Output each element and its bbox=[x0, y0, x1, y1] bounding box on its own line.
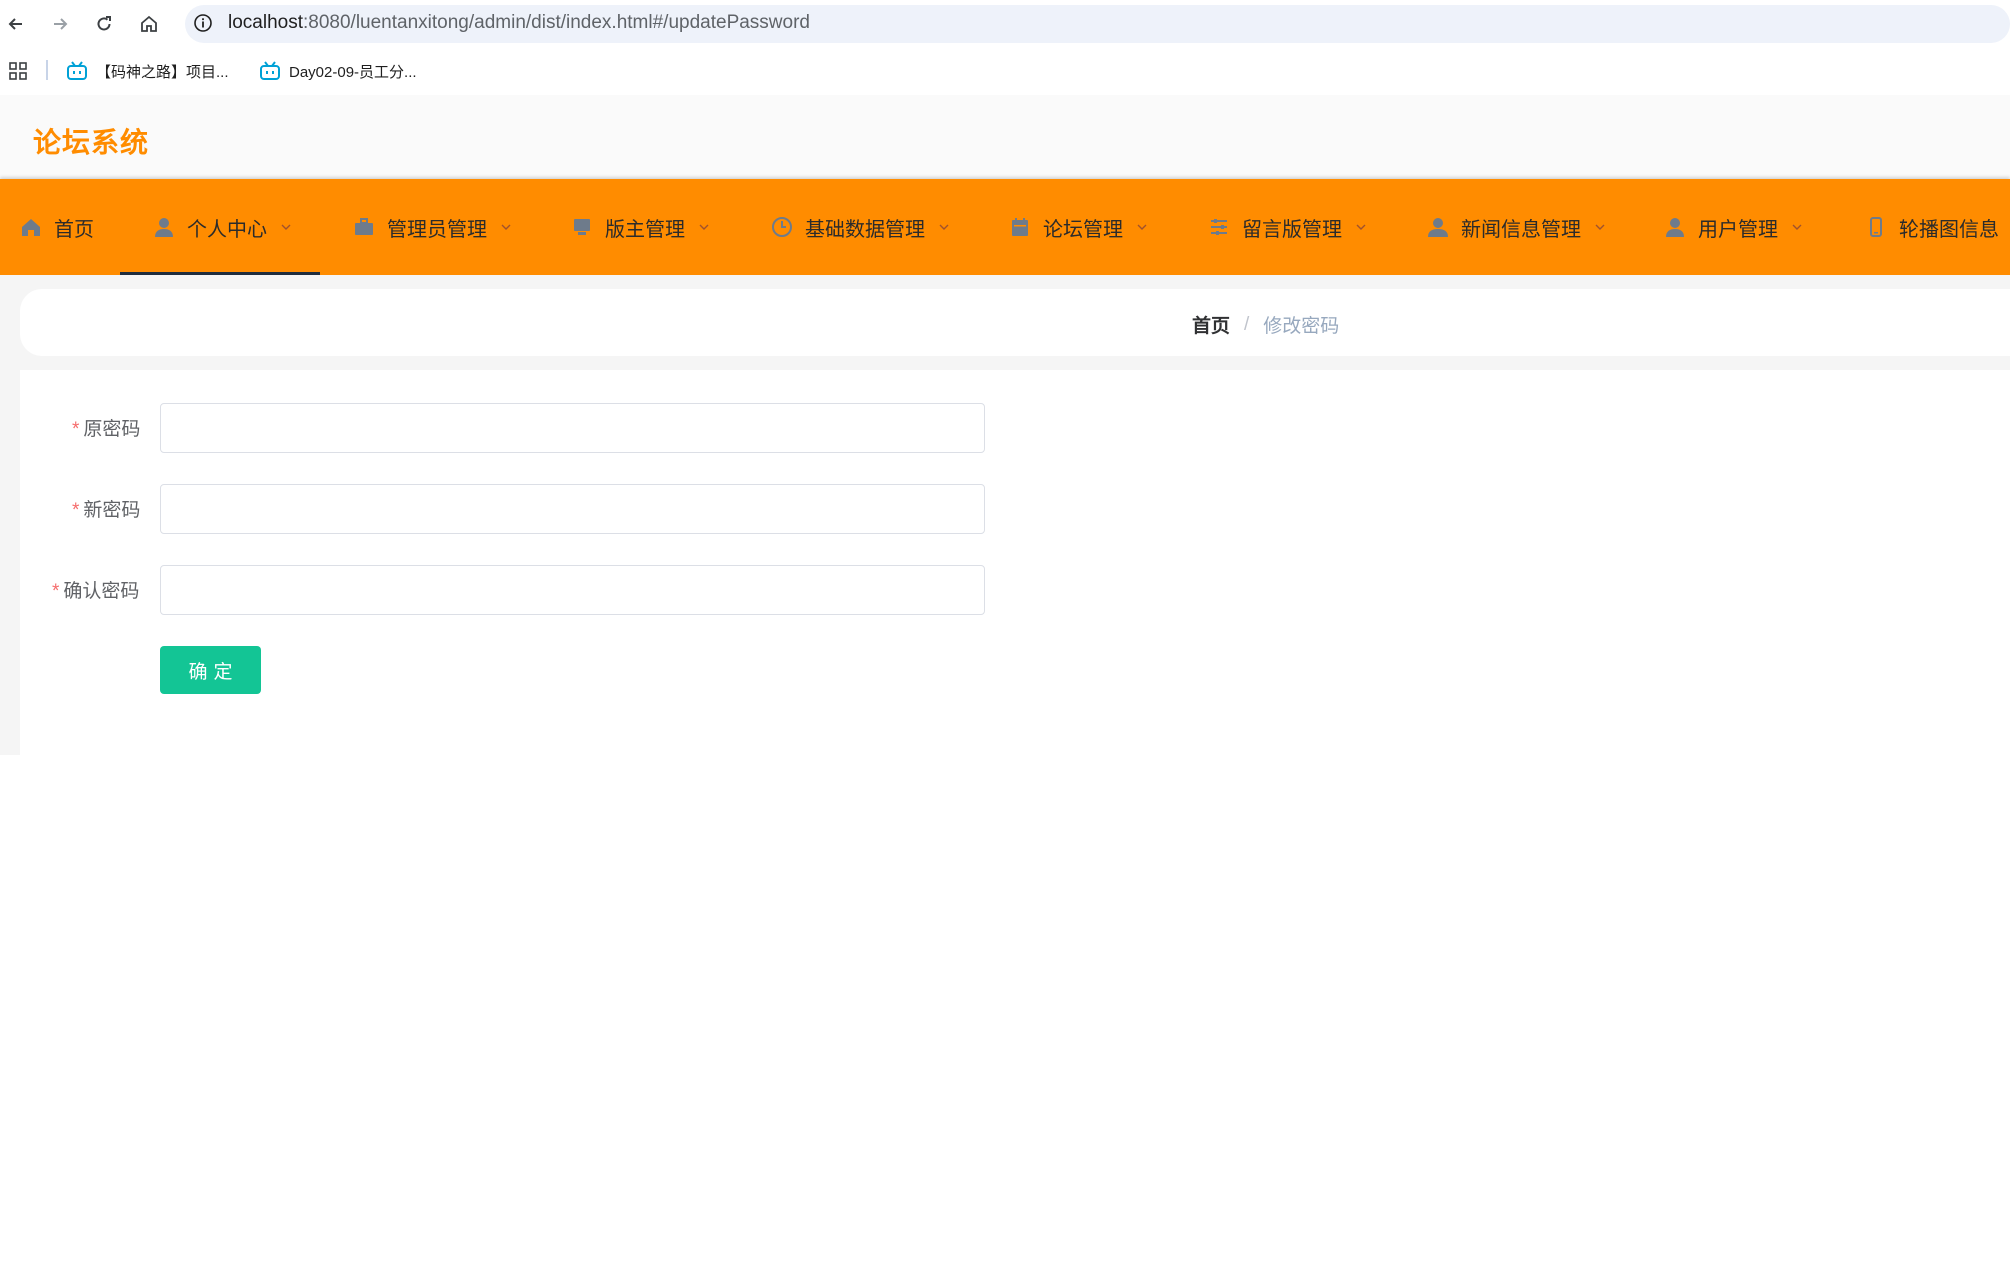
back-arrow-icon bbox=[8, 18, 22, 30]
sliders-icon bbox=[1208, 216, 1230, 238]
menu-item-label: 用户管理 bbox=[1698, 218, 1778, 241]
required-asterisk: * bbox=[52, 581, 60, 602]
menu-item-forum-management[interactable]: 论坛管理 bbox=[1009, 179, 1149, 275]
chevron-down-icon bbox=[1135, 220, 1149, 234]
back-button[interactable] bbox=[2, 10, 30, 38]
forward-button[interactable] bbox=[46, 10, 74, 38]
bilibili-icon bbox=[260, 61, 280, 80]
menu-item-message-board-management[interactable]: 留言版管理 bbox=[1208, 179, 1368, 275]
menu-item-label: 留言版管理 bbox=[1242, 218, 1342, 241]
menu-item-label: 新闻信息管理 bbox=[1461, 218, 1581, 241]
menu-item-label: 版主管理 bbox=[605, 218, 685, 241]
menu-item-label: 论坛管理 bbox=[1043, 218, 1123, 241]
app-title: 论坛系统 bbox=[33, 127, 150, 158]
chevron-down-icon bbox=[1593, 220, 1607, 234]
url-path: :8080/luentanxitong/admin/dist/index.htm… bbox=[303, 12, 810, 33]
chevron-down-icon bbox=[1790, 220, 1804, 234]
house-icon bbox=[141, 15, 157, 32]
bookmark-item[interactable]: 【码神之路】项目... bbox=[66, 58, 229, 84]
required-asterisk: * bbox=[72, 500, 80, 521]
url-host: localhost bbox=[228, 12, 303, 33]
bilibili-icon bbox=[67, 61, 87, 80]
menu-item-admin-management[interactable]: 管理员管理 bbox=[353, 179, 513, 275]
chevron-down-icon bbox=[937, 220, 951, 234]
bookmark-item[interactable]: Day02-09-员工分... bbox=[259, 58, 417, 84]
menu-item-basic-data-management[interactable]: 基础数据管理 bbox=[771, 179, 951, 275]
menu-item-user-management[interactable]: 用户管理 bbox=[1664, 179, 1804, 275]
site-info-icon[interactable] bbox=[193, 13, 213, 33]
confirm-password-label: * 确认密码 bbox=[52, 576, 139, 603]
required-asterisk: * bbox=[72, 419, 80, 440]
label-text: 原密码 bbox=[83, 419, 141, 440]
menu-item-label: 基础数据管理 bbox=[805, 218, 925, 241]
menu-item-carousel-info[interactable]: 轮播图信息 bbox=[1865, 179, 1999, 275]
breadcrumb-card bbox=[20, 289, 2010, 356]
confirm-password-input[interactable] bbox=[160, 565, 985, 615]
briefcase-icon bbox=[353, 216, 375, 238]
monitor-icon bbox=[571, 216, 593, 238]
menu-item-news-management[interactable]: 新闻信息管理 bbox=[1427, 179, 1607, 275]
clock-icon bbox=[771, 216, 793, 238]
forward-arrow-icon bbox=[54, 18, 68, 30]
user-icon bbox=[153, 216, 175, 238]
old-password-input[interactable] bbox=[160, 403, 985, 453]
menu-item-label: 个人中心 bbox=[187, 218, 267, 241]
chevron-down-icon bbox=[697, 220, 711, 234]
app-header bbox=[0, 95, 2010, 179]
breadcrumb-separator: / bbox=[1244, 313, 1250, 335]
new-password-input[interactable] bbox=[160, 484, 985, 534]
confirm-button[interactable]: 确定 bbox=[160, 646, 261, 694]
phone-icon bbox=[1865, 216, 1887, 238]
new-password-label: * 新密码 bbox=[72, 495, 140, 522]
menu-item-label: 轮播图信息 bbox=[1899, 218, 1999, 241]
breadcrumb-current: 修改密码 bbox=[1263, 316, 1340, 337]
home-button[interactable] bbox=[135, 10, 163, 38]
url-text[interactable]: localhost:8080/luentanxitong/admin/dist/… bbox=[228, 12, 810, 34]
bookmark-label: Day02-09-员工分... bbox=[289, 63, 417, 81]
menu-item-home[interactable]: 首页 bbox=[20, 179, 94, 275]
reload-icon bbox=[97, 16, 111, 31]
users-icon bbox=[1427, 216, 1449, 238]
home-icon bbox=[20, 216, 42, 238]
reload-button[interactable] bbox=[90, 10, 118, 38]
breadcrumb: 首页 / 修改密码 bbox=[1192, 311, 1339, 338]
chevron-down-icon bbox=[1354, 220, 1368, 234]
apps-grid-icon[interactable] bbox=[8, 61, 28, 81]
label-text: 新密码 bbox=[83, 500, 141, 521]
breadcrumb-home[interactable]: 首页 bbox=[1192, 311, 1230, 338]
old-password-label: * 原密码 bbox=[72, 414, 140, 441]
bookmark-label: 【码神之路】项目... bbox=[96, 63, 229, 81]
menu-item-moderator-management[interactable]: 版主管理 bbox=[571, 179, 711, 275]
bookmarks-divider bbox=[46, 60, 48, 80]
chevron-down-icon bbox=[279, 220, 293, 234]
label-text: 确认密码 bbox=[63, 581, 140, 602]
menu-item-label: 管理员管理 bbox=[387, 218, 487, 241]
menu-item-personal-center[interactable]: 个人中心 bbox=[153, 179, 293, 275]
chevron-down-icon bbox=[499, 220, 513, 234]
menu-item-label: 首页 bbox=[54, 218, 94, 241]
user-icon bbox=[1664, 216, 1686, 238]
calendar-icon bbox=[1009, 216, 1031, 238]
